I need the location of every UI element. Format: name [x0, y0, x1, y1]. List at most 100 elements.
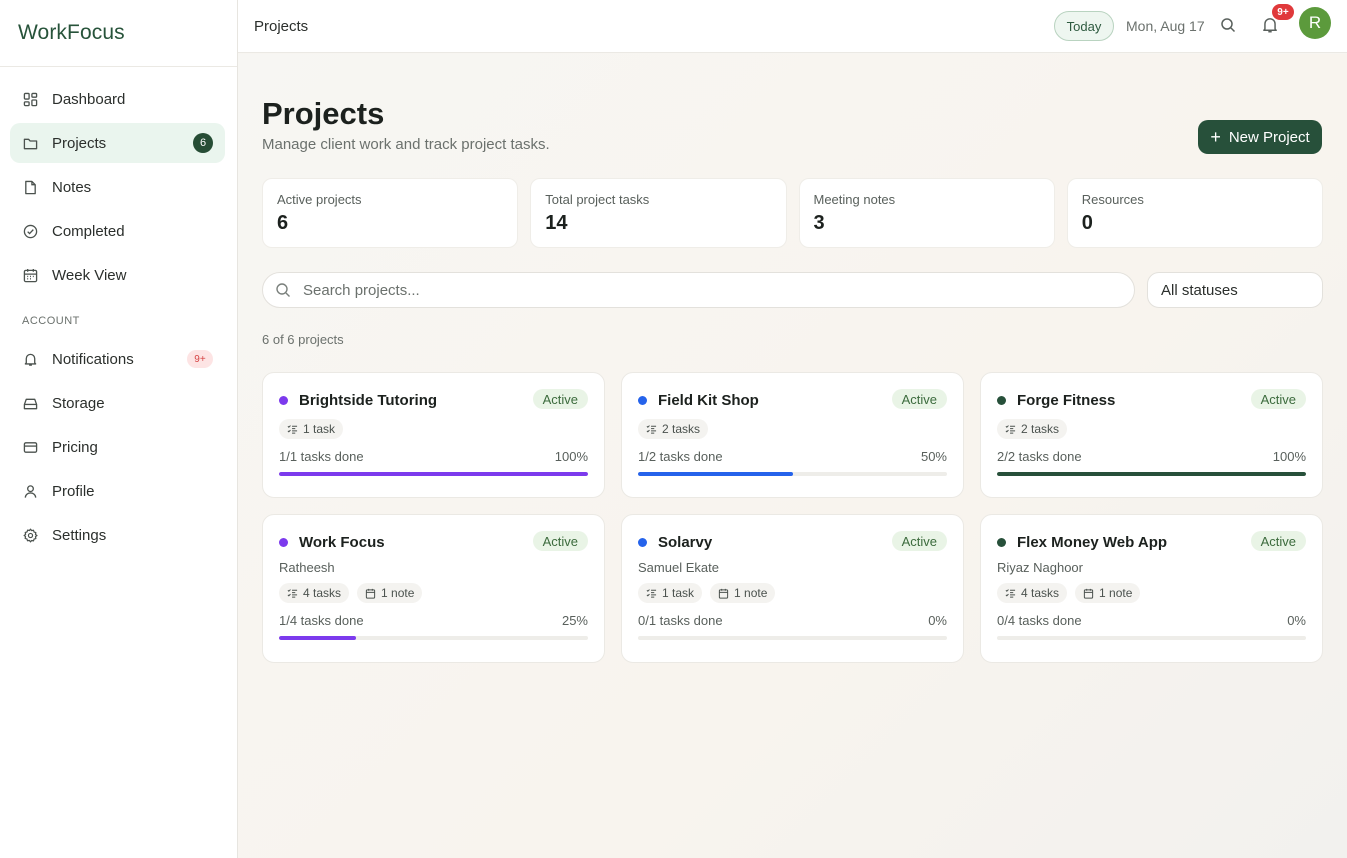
sidebar-item-projects[interactable]: Projects 6	[10, 123, 225, 163]
page-title: Projects	[262, 96, 385, 131]
avatar[interactable]: R	[1299, 7, 1331, 39]
sidebar-item-label: Profile	[52, 482, 95, 500]
sidebar-item-label: Storage	[52, 394, 105, 412]
project-name[interactable]: Flex Money Web App	[1017, 534, 1167, 551]
tasks-chip: 4 tasks	[997, 583, 1068, 603]
topbar: Projects Today Mon, Aug 17 9+ R	[238, 0, 1347, 53]
progress-percent: 100%	[1272, 449, 1306, 464]
project-card[interactable]: Brightside Tutoring Active 1 task 1/1 tasks…	[262, 372, 605, 498]
new-project-button[interactable]: + New Project	[1198, 120, 1322, 154]
project-card[interactable]: Flex Money Web App Active Riyaz Naghoor 4 t…	[980, 514, 1323, 663]
progress-percent: 0%	[928, 613, 947, 628]
sidebar-item-settings[interactable]: Settings	[10, 515, 225, 555]
progress-row: 0/1 tasks done 0%	[638, 613, 947, 628]
task-list-icon	[646, 588, 657, 599]
sidebar-item-completed[interactable]: Completed	[10, 211, 225, 251]
progress-bar	[279, 636, 588, 640]
progress-row: 2/2 tasks done 100%	[997, 449, 1306, 464]
stat-value: 6	[277, 212, 289, 234]
status-badge: Active	[532, 389, 588, 409]
tasks-chip-label: 4 tasks	[1021, 586, 1060, 600]
progress-text: 1/4 tasks done	[279, 613, 364, 628]
progress-row: 1/4 tasks done 25%	[279, 613, 588, 628]
status-badge: Active	[532, 531, 588, 551]
calendar-icon	[1083, 588, 1094, 599]
project-card[interactable]: Solarvy Active Samuel Ekate 1 task 1 note 0/1…	[621, 514, 964, 663]
folder-icon	[22, 135, 38, 151]
project-owner: Ratheesh	[279, 560, 335, 575]
breadcrumb: Projects	[254, 18, 309, 35]
calendar-icon	[22, 267, 38, 283]
sidebar-item-pricing[interactable]: Pricing	[10, 427, 225, 467]
sidebar-item-label: Projects	[52, 134, 107, 152]
card-icon	[22, 439, 38, 455]
stats-row: Active projects 6 Total project tasks 14…	[262, 178, 1323, 248]
progress-percent: 25%	[561, 613, 588, 628]
project-card[interactable]: Work Focus Active Ratheesh 4 tasks 1 note 1/4…	[262, 514, 605, 663]
project-grid: Brightside Tutoring Active 1 task 1/1 tasks…	[262, 372, 1323, 663]
project-color-dot	[279, 395, 288, 405]
project-name[interactable]: Solarvy	[658, 534, 712, 551]
sidebar-item-profile[interactable]: Profile	[10, 471, 225, 511]
progress-bar-fill	[279, 472, 588, 476]
storage-icon	[22, 395, 38, 411]
search-input[interactable]	[303, 281, 1103, 299]
project-color-dot	[997, 537, 1006, 547]
progress-bar-fill	[997, 472, 1306, 476]
tasks-chip: 2 tasks	[997, 419, 1068, 439]
stat-card-resources: Resources 0	[1066, 178, 1323, 248]
project-card[interactable]: Forge Fitness Active 2 tasks 2/2 tasks done…	[980, 372, 1323, 498]
projects-count-badge: 6	[193, 133, 213, 153]
project-owner: Samuel Ekate	[638, 560, 719, 575]
project-name[interactable]: Brightside Tutoring	[299, 392, 437, 409]
bell-icon	[22, 351, 38, 367]
new-project-label: New Project	[1228, 128, 1310, 146]
today-button[interactable]: Today	[1054, 11, 1114, 41]
account-section-label: ACCOUNT	[22, 315, 80, 327]
progress-bar	[638, 472, 947, 476]
sidebar-item-label: Pricing	[52, 438, 98, 456]
sidebar-item-storage[interactable]: Storage	[10, 383, 225, 423]
progress-text: 0/1 tasks done	[638, 613, 723, 628]
progress-text: 2/2 tasks done	[997, 449, 1082, 464]
notes-chip-label: 1 note	[1099, 586, 1133, 600]
sidebar-item-notifications[interactable]: Notifications 9+	[10, 339, 225, 379]
tasks-chip-label: 2 tasks	[662, 422, 701, 436]
progress-percent: 0%	[1287, 613, 1306, 628]
stat-card-active-projects: Active projects 6	[262, 178, 519, 248]
sidebar-item-label: Settings	[52, 526, 107, 544]
progress-bar	[279, 472, 588, 476]
task-list-icon	[287, 424, 298, 435]
current-date: Mon, Aug 17	[1126, 18, 1205, 34]
stat-card-meeting-notes: Meeting notes 3	[798, 178, 1055, 248]
task-list-icon	[646, 424, 657, 435]
sidebar-item-notes[interactable]: Notes	[10, 167, 225, 207]
project-chips: 4 tasks 1 note	[997, 583, 1306, 603]
brand-logo[interactable]: WorkFocus	[0, 0, 237, 67]
tasks-chip: 2 tasks	[638, 419, 709, 439]
sidebar-item-label: Notifications	[52, 350, 134, 368]
status-badge: Active	[1250, 389, 1306, 409]
notes-chip: 1 note	[710, 583, 776, 603]
progress-bar-fill	[279, 636, 357, 640]
project-card[interactable]: Field Kit Shop Active 2 tasks 1/2 tasks don…	[621, 372, 964, 498]
notes-chip: 1 note	[1075, 583, 1141, 603]
progress-percent: 50%	[920, 449, 947, 464]
calendar-icon	[365, 588, 376, 599]
plus-icon: +	[1210, 127, 1221, 147]
sidebar-item-dashboard[interactable]: Dashboard	[10, 79, 225, 119]
project-name[interactable]: Work Focus	[299, 534, 385, 551]
progress-bar	[638, 636, 947, 640]
stat-label: Total project tasks	[545, 192, 650, 207]
notification-count-badge: 9+	[1272, 4, 1294, 20]
project-chips: 4 tasks 1 note	[279, 583, 588, 603]
status-filter-select[interactable]: All statuses	[1147, 272, 1323, 308]
search-icon[interactable]	[1220, 17, 1238, 35]
sidebar-item-week-view[interactable]: Week View	[10, 255, 225, 295]
project-name[interactable]: Field Kit Shop	[658, 392, 759, 409]
project-name[interactable]: Forge Fitness	[1017, 392, 1115, 409]
progress-text: 1/1 tasks done	[279, 449, 364, 464]
progress-text: 0/4 tasks done	[997, 613, 1082, 628]
gear-icon	[22, 527, 38, 543]
project-chips: 2 tasks	[997, 419, 1306, 439]
